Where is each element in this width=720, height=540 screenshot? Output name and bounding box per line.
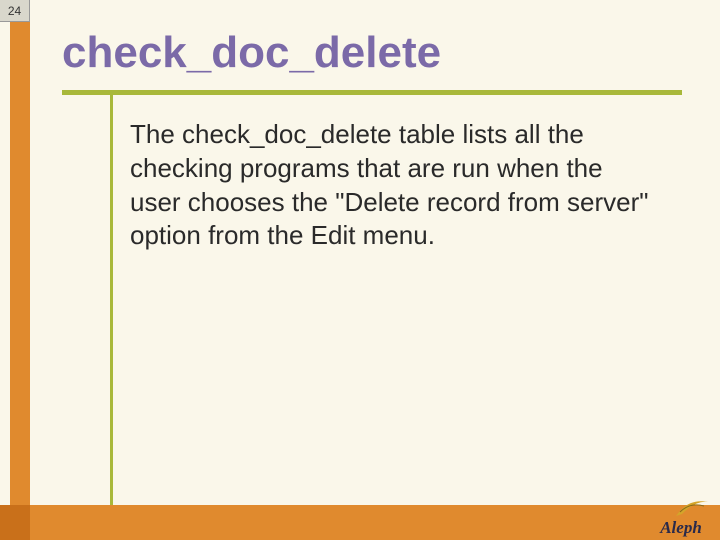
body-text: The check_doc_delete table lists all the… <box>130 118 660 253</box>
bottom-bar-corner <box>0 505 30 540</box>
logo-text: Aleph <box>660 518 702 538</box>
page-number-text: 24 <box>8 4 21 18</box>
title-underline <box>62 90 682 95</box>
logo-swoosh-icon <box>674 494 710 520</box>
vertical-accent-line <box>110 90 113 505</box>
page-number: 24 <box>0 0 30 22</box>
left-accent-stripe <box>10 22 30 540</box>
slide-title: check_doc_delete <box>62 28 441 78</box>
bottom-bar <box>0 505 720 540</box>
aleph-logo: Aleph <box>650 493 712 538</box>
